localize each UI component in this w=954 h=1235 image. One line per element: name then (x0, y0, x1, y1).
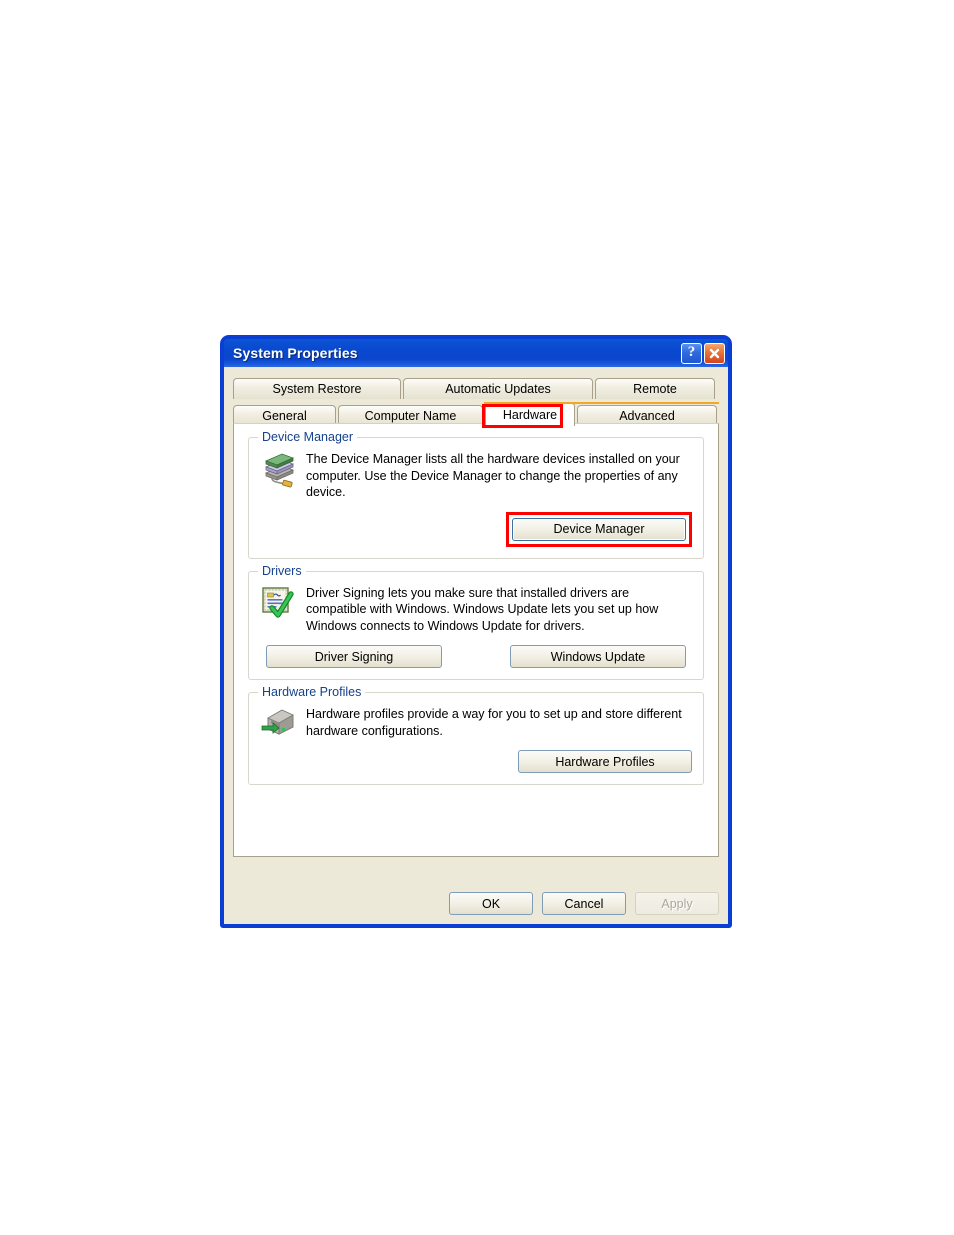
tab-label: Automatic Updates (445, 382, 551, 396)
tab-system-restore[interactable]: System Restore (233, 378, 401, 399)
hardware-profiles-legend: Hardware Profiles (258, 685, 366, 699)
cancel-button[interactable]: Cancel (542, 892, 626, 915)
hardware-profiles-button[interactable]: Hardware Profiles (518, 750, 692, 773)
tab-label: Remote (633, 382, 677, 396)
apply-button: Apply (635, 892, 719, 915)
driver-signing-certificate-icon (260, 584, 306, 621)
hardware-tab-panel: Device Manager The Device Manager lists … (233, 423, 719, 857)
close-icon[interactable] (704, 342, 725, 364)
drivers-group: Drivers Driver Signing lets you make sur… (248, 563, 704, 680)
tab-label: Computer Name (364, 409, 457, 423)
help-icon[interactable]: ? (681, 342, 702, 364)
dialog-footer: OK Cancel Apply (449, 892, 719, 915)
device-stack-icon (260, 450, 306, 489)
system-properties-dialog: System Properties ? System Restore Autom… (221, 336, 731, 927)
tab-strip: System Restore Automatic Updates Remote … (233, 376, 719, 428)
device-manager-button[interactable]: Device Manager (512, 517, 686, 541)
device-manager-description: The Device Manager lists all the hardwar… (306, 452, 680, 499)
drivers-legend: Drivers (258, 563, 306, 578)
title-bar: System Properties ? (224, 339, 728, 367)
window-title: System Properties (233, 345, 358, 361)
drivers-button-row: Driver Signing Windows Update (260, 645, 692, 668)
tab-label: Hardware (502, 408, 558, 422)
device-manager-group: Device Manager The Device Manager lists … (248, 430, 704, 559)
tab-row-top: System Restore Automatic Updates Remote (233, 376, 719, 399)
hardware-profile-computer-icon (260, 705, 306, 738)
device-manager-button-highlight: Device Manager (506, 511, 692, 547)
hardware-profiles-group: Hardware Profiles Hardware profiles prov… (248, 685, 704, 785)
windows-update-button[interactable]: Windows Update (510, 645, 686, 668)
tab-automatic-updates[interactable]: Automatic Updates (403, 378, 593, 399)
tab-label: Advanced (619, 409, 675, 423)
tab-remote[interactable]: Remote (595, 378, 715, 399)
ok-button[interactable]: OK (449, 892, 533, 915)
hardware-profiles-description: Hardware profiles provide a way for you … (306, 707, 682, 738)
hardware-profiles-button-row: Hardware Profiles (260, 750, 692, 773)
driver-signing-button[interactable]: Driver Signing (266, 645, 442, 668)
drivers-description: Driver Signing lets you make sure that i… (306, 585, 659, 633)
device-manager-legend: Device Manager (258, 430, 358, 444)
device-manager-button-row: Device Manager (260, 511, 692, 547)
tab-label: System Restore (272, 382, 362, 396)
dialog-client-area: System Restore Automatic Updates Remote … (224, 367, 728, 924)
tab-hardware[interactable]: Hardware (485, 402, 575, 426)
tab-label: General (262, 409, 307, 423)
